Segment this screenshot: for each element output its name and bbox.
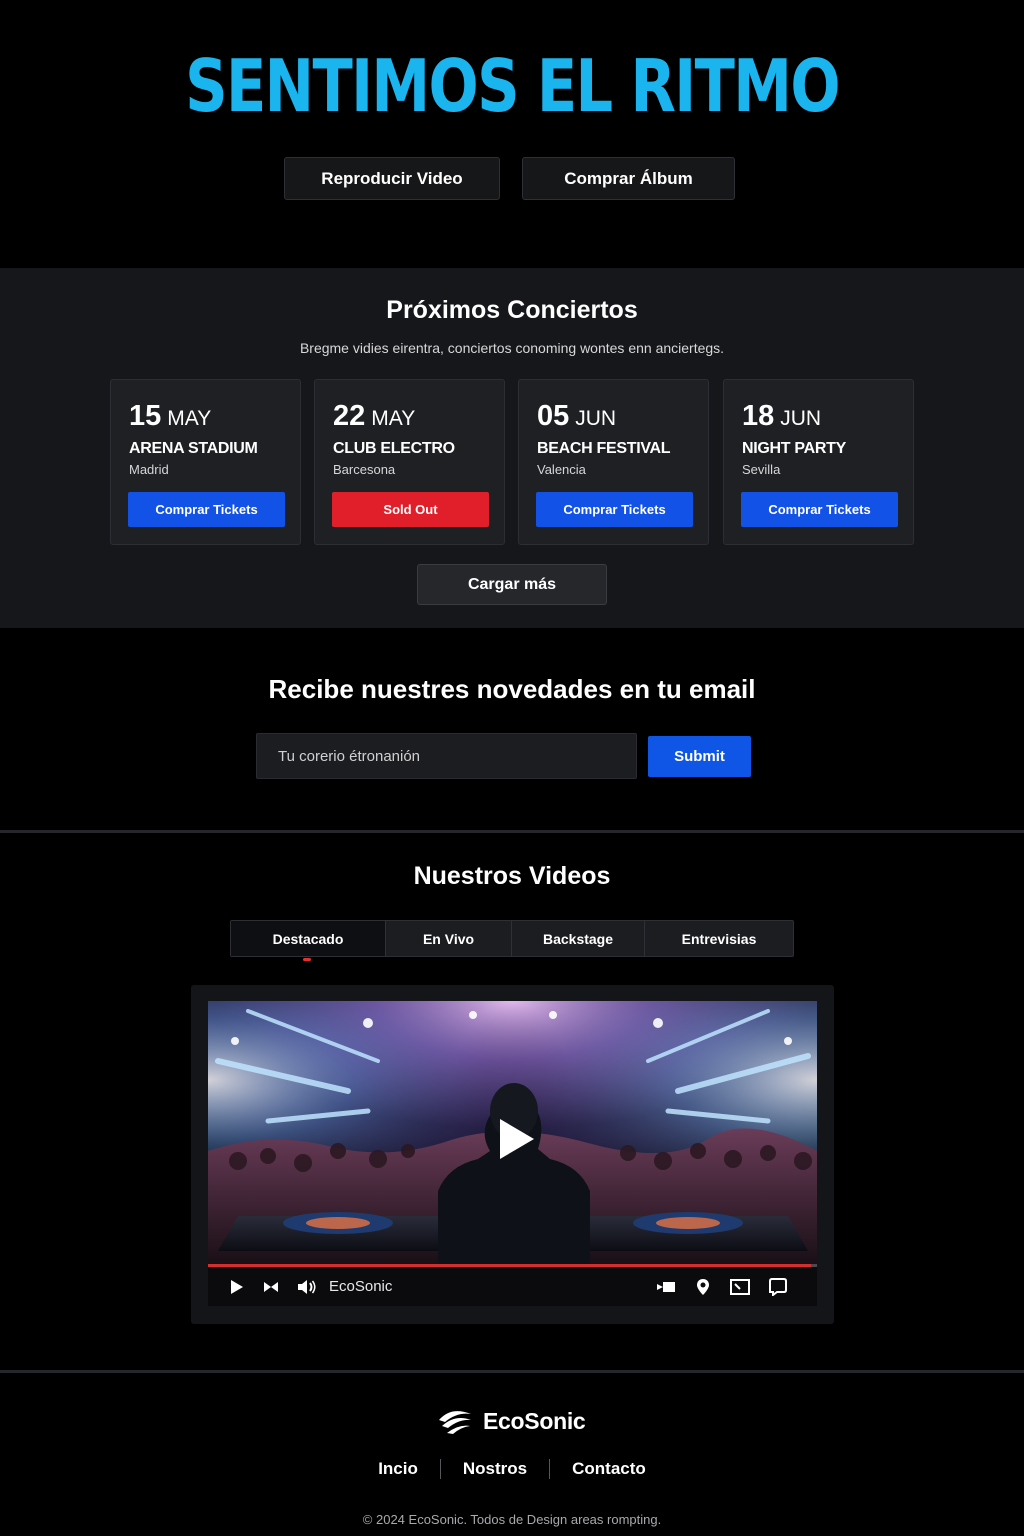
concerts-subtitle: Bregme vidies eirentra, conciertos conom… — [299, 340, 725, 356]
concert-card: 05 JUN BEACH FESTIVAL Valencia Comprar Ti… — [518, 379, 709, 545]
concert-day: 05 — [537, 400, 570, 432]
concert-date: 18 JUN — [742, 400, 821, 433]
buy-album-button[interactable]: Comprar Álbum — [522, 157, 735, 200]
submit-button[interactable]: Submit — [648, 736, 751, 777]
concerts-title: Próximos Conciertos — [386, 296, 638, 324]
concert-day: 15 — [129, 400, 162, 432]
tab-backstage[interactable]: Backstage — [512, 921, 645, 956]
play-overlay-icon[interactable] — [496, 1117, 536, 1161]
copyright: © 2024 EcoSonic. Todos de Design areas r… — [362, 1512, 662, 1527]
section-divider — [0, 830, 1024, 833]
footer-nav: Incio Nostros Contacto — [0, 1459, 1024, 1479]
sold-out-button[interactable]: Sold Out — [332, 492, 489, 527]
concert-month: JUN — [780, 407, 822, 430]
concerts-section: Próximos Conciertos Bregme vidies eirent… — [0, 268, 1024, 628]
play-video-button[interactable]: Reproducir Video — [284, 157, 500, 200]
footer-link-nosotros[interactable]: Nostros — [441, 1459, 549, 1479]
email-field[interactable] — [256, 733, 637, 779]
concert-month: MAY — [371, 407, 416, 430]
videos-title: Nuestros Videos — [413, 862, 611, 890]
concert-venue: CLUB ELECTRO — [333, 440, 455, 457]
tab-en-vivo[interactable]: En Vivo — [386, 921, 512, 956]
footer-brand: EcoSonic — [483, 1407, 586, 1434]
tab-destacado[interactable]: Destacado — [231, 921, 386, 961]
play-icon[interactable] — [226, 1267, 248, 1306]
concert-day: 22 — [333, 400, 366, 432]
concert-month: MAY — [167, 407, 212, 430]
load-more-button[interactable]: Cargar más — [417, 564, 607, 605]
video-frame[interactable]: EcoSonic — [208, 1001, 817, 1306]
concert-venue: BEACH FESTIVAL — [537, 440, 671, 457]
channel-name: EcoSonic — [329, 1278, 393, 1295]
video-player: EcoSonic — [191, 985, 834, 1324]
tab-entrevistas[interactable]: Entrevisias — [645, 921, 793, 956]
hero-section: SENTIMOS EL RITMO Reproducir Video Compr… — [0, 0, 1024, 268]
concert-card: 18 JUN NIGHT PARTY Sevilla Comprar Ticket… — [723, 379, 914, 545]
newsletter-section: Recibe nuestres novedades en tu email Su… — [0, 628, 1024, 832]
concert-day: 18 — [742, 400, 775, 432]
concert-month: JUN — [575, 407, 617, 430]
concert-city: Madrid — [129, 462, 169, 477]
skip-icon[interactable] — [260, 1267, 282, 1306]
sound-wave-logo-icon — [439, 1411, 471, 1434]
videos-section: Nuestros Videos Destacado En Vivo Backst… — [0, 834, 1024, 1371]
footer-link-inicio[interactable]: Incio — [356, 1459, 440, 1479]
concert-city: Valencia — [537, 462, 586, 477]
concert-date: 05 JUN — [537, 400, 616, 433]
footer-link-contacto[interactable]: Contacto — [550, 1459, 668, 1479]
hero-title: SENTIMOS EL RITMO — [185, 44, 840, 128]
buy-tickets-button[interactable]: Comprar Tickets — [536, 492, 693, 527]
concert-card: 15 MAY ARENA STADIUM Madrid Comprar Ticke… — [110, 379, 301, 545]
player-controls: EcoSonic — [208, 1267, 817, 1306]
concert-card: 22 MAY CLUB ELECTRO Barcesona Sold Out — [314, 379, 505, 545]
concert-city: Barcesona — [333, 462, 396, 477]
footer: EcoSonic Incio Nostros Contacto © 2024 E… — [0, 1373, 1024, 1536]
video-tabs: Destacado En Vivo Backstage Entrevisias — [230, 920, 794, 961]
camera-icon[interactable] — [654, 1267, 678, 1306]
concert-venue: ARENA STADIUM — [129, 440, 258, 457]
concert-date: 22 MAY — [333, 400, 415, 433]
screen-icon[interactable] — [729, 1267, 751, 1306]
newsletter-title: Recibe nuestres novedades en tu email — [268, 674, 756, 704]
volume-icon[interactable] — [295, 1267, 319, 1306]
concert-venue: NIGHT PARTY — [742, 440, 846, 457]
footer-logo[interactable]: EcoSonic — [437, 1406, 586, 1436]
buy-tickets-button[interactable]: Comprar Tickets — [741, 492, 898, 527]
concert-date: 15 MAY — [129, 400, 211, 433]
fullscreen-icon[interactable] — [766, 1267, 790, 1306]
buy-tickets-button[interactable]: Comprar Tickets — [128, 492, 285, 527]
location-pin-icon[interactable] — [692, 1267, 714, 1306]
concert-city: Sevilla — [742, 462, 781, 477]
